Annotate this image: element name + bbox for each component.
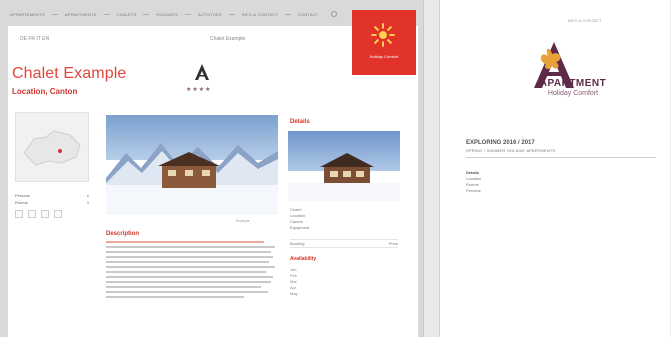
nav-separator (143, 13, 150, 15)
text-line (106, 256, 273, 258)
amenity-icon (54, 210, 62, 218)
location-subtitle: Location, Canton (12, 87, 78, 96)
nav-separator (103, 13, 110, 15)
text-line (106, 241, 265, 243)
text-line (106, 281, 272, 283)
nav-separator (51, 13, 58, 15)
nav-separator (285, 13, 292, 15)
nav-item[interactable]: APPARTMENTS (65, 12, 97, 17)
logo-a-icon (195, 64, 209, 80)
top-nav: APPARTEMENTS APPARTMENTS CHALETS HOLIDAY… (10, 8, 345, 20)
nav-item[interactable]: ACTIVITIES (198, 12, 222, 17)
left-sidebar: Persons 6 Rooms 3 (15, 112, 89, 312)
brand-badge: Holiday Comfort (352, 10, 416, 75)
fact-row: Persons 6 (15, 192, 89, 199)
brochure-page: INFO & CONTACT APARTMENT Holiday Comfort… (439, 0, 671, 337)
details-key: Persons (466, 188, 481, 193)
nav-separator (228, 13, 235, 15)
language-switcher[interactable]: DE FR IT EN (20, 36, 49, 42)
amenity-icon (28, 210, 36, 218)
thumbnail-image[interactable] (288, 131, 400, 201)
details-block: Details Location Rooms Persons (466, 170, 656, 194)
fact-label: Rooms (15, 200, 28, 205)
brand-title: APARTMENT (539, 78, 607, 89)
nav-separator (184, 13, 191, 15)
booking-row[interactable]: Booking Price (290, 239, 398, 248)
fact-value: 3 (86, 200, 89, 205)
text-line (106, 291, 268, 293)
badge-text: Holiday Comfort (369, 54, 399, 59)
text-line (106, 266, 275, 268)
text-line (106, 296, 244, 298)
hero-image (106, 115, 278, 215)
page-title: Chalet Example (12, 65, 127, 82)
screenshot-stage: APPARTEMENTS APPARTMENTS CHALETS HOLIDAY… (0, 0, 671, 337)
sidebar-item: Equipment (290, 225, 310, 230)
fact-value: 6 (86, 193, 89, 198)
chalet-icon (158, 152, 220, 188)
quick-facts: Persons 6 Rooms 3 (15, 192, 89, 218)
sidebar-title: Details (290, 119, 310, 125)
availability-list: Jan Feb Mar Apr May (290, 267, 398, 297)
booking-label: Booking (290, 240, 305, 246)
doc-topline: INFO & CONTACT (568, 18, 602, 23)
nav-item[interactable]: CHALETS (117, 12, 137, 17)
amenity-icons (15, 210, 89, 218)
divider (466, 157, 656, 158)
map-outline-icon (23, 130, 81, 166)
text-line (106, 271, 266, 273)
sidebar-list: Chalet Location Canton Equipment Booking… (290, 207, 398, 297)
brand-subtitle: Holiday Comfort (547, 90, 599, 97)
rating-stars: ★★★★ (186, 87, 212, 93)
sun-logo-icon (371, 23, 395, 47)
text-line (106, 286, 261, 288)
fact-row: Rooms 3 (15, 199, 89, 206)
apartment-logo: ★★★★ (184, 62, 222, 96)
details-row: Persons (466, 188, 656, 194)
nav-item[interactable]: APPARTEMENTS (10, 12, 45, 17)
search-icon[interactable] (331, 11, 338, 17)
switzerland-map (15, 112, 89, 182)
season-subtitle: SPRING / SUMMER HOLIDAY APARTMENTS (466, 148, 556, 153)
thumb-snow (288, 183, 400, 201)
description-paragraph (106, 241, 278, 337)
price-label: Price (388, 240, 398, 246)
availability-item[interactable]: May (290, 291, 398, 297)
availability-title: Availability (290, 256, 317, 262)
season-title: EXPLORING 2016 / 2017 (466, 140, 535, 146)
website-preview: APPARTEMENTS APPARTMENTS CHALETS HOLIDAY… (0, 0, 424, 337)
fact-label: Persons (15, 193, 30, 198)
text-line (106, 276, 273, 278)
hero-caption: Example (236, 219, 250, 223)
header-meta: Chalet Example (210, 36, 246, 42)
amenity-icon (41, 210, 49, 218)
nav-item[interactable]: HOLIDAYS (156, 12, 178, 17)
nav-item[interactable]: INFO & CONTACT (242, 12, 278, 17)
text-line (106, 251, 272, 253)
right-sidebar: Details Chalet Location Canton Equipment (286, 115, 406, 325)
nav-item[interactable]: CONTACT (298, 12, 318, 17)
amenity-icon (15, 210, 23, 218)
section-title: Description (106, 231, 140, 237)
text-line (106, 261, 270, 263)
text-line (106, 246, 275, 248)
